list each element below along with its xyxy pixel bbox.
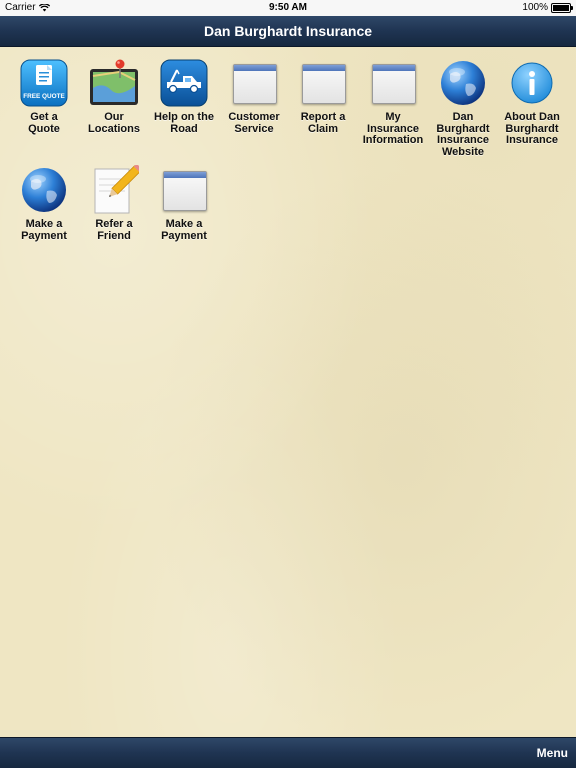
tile-label: Help on the Road [154,111,214,135]
tile-make-a-payment[interactable]: Make a Payment [9,165,79,242]
tile-get-a-quote[interactable]: FREE QUOTE Get a Quote [9,58,79,135]
tile-our-locations[interactable]: Our Locations [79,58,149,135]
window-icon [298,58,348,108]
tow-truck-icon [159,58,209,108]
map-icon [89,58,139,108]
clock: 9:50 AM [269,2,307,13]
nav-bar: Dan Burghardt Insurance [0,16,576,47]
tile-customer-service[interactable]: Customer Service [219,58,289,135]
tile-label: Refer a Friend [95,218,133,242]
tile-label: Customer Service [228,111,280,135]
tile-about-dan-burghardt-insurance[interactable]: About Dan Burghardt Insurance [497,58,567,147]
battery-percent: 100% [522,2,548,13]
tile-help-on-the-road[interactable]: Help on the Road [149,58,219,135]
pencil-note-icon [89,163,143,215]
tile-refer-a-friend[interactable]: Refer a Friend [79,163,149,242]
window-icon [159,165,209,215]
globe-icon [438,58,488,108]
tile-label: Make a Payment [21,218,67,242]
status-bar: Carrier 9:50 AM 100% [0,0,576,16]
window-icon [229,58,279,108]
battery-icon [551,2,573,13]
tile-make-a-payment-2[interactable]: Make a Payment [149,165,219,242]
bottom-bar: Menu [0,737,576,768]
battery-indicator: 100% [522,2,573,13]
menu-button[interactable]: Menu [537,738,568,768]
tile-report-a-claim[interactable]: Report a Claim [288,58,358,135]
tile-label: Report a Claim [300,111,346,135]
window-icon [368,58,418,108]
tile-label: About Dan Burghardt Insurance [504,111,560,147]
tile-label: Dan Burghardt Insurance Website [436,111,490,158]
info-icon [507,58,557,108]
page-title: Dan Burghardt Insurance [203,23,373,39]
tile-insurance-website[interactable]: Dan Burghardt Insurance Website [428,58,498,158]
tile-my-insurance-information[interactable]: My Insurance Information [358,58,428,147]
tile-label: Get a Quote [28,111,60,135]
tile-label: My Insurance Information [362,111,424,147]
tile-label: Our Locations [88,111,140,135]
free-quote-icon: FREE QUOTE [19,58,69,108]
free-quote-badge: FREE QUOTE [23,93,65,100]
globe-icon [19,165,69,215]
tile-label: Make a Payment [161,218,207,242]
